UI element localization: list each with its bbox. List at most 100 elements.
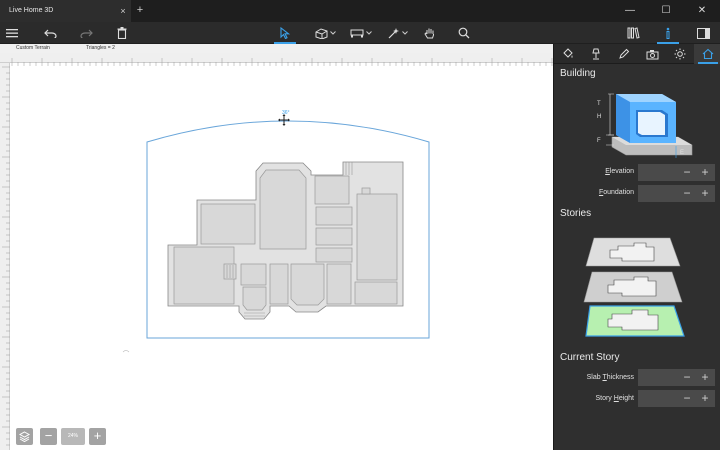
side-panel-icon	[696, 27, 710, 39]
app-window: Live Home 3D × + — ☐ ✕ Custom Terrain Tr…	[0, 0, 720, 450]
minimize-button[interactable]: —	[612, 0, 648, 22]
chevron-down-icon	[366, 31, 372, 35]
floor-plan: 36°	[122, 110, 430, 353]
stories-section-title: Stories	[560, 208, 592, 219]
menu-button[interactable]	[2, 22, 22, 44]
pan-tool-button[interactable]	[420, 22, 440, 44]
angle-handle[interactable]: 36°	[278, 110, 290, 126]
layers-icon	[18, 431, 31, 443]
document-tab[interactable]: Live Home 3D	[0, 0, 131, 22]
toggle-panel-button[interactable]	[693, 22, 713, 44]
lamp-icon	[592, 48, 600, 60]
room[interactable]	[315, 206, 353, 226]
undo-button[interactable]	[40, 22, 60, 44]
tab-object[interactable]	[582, 44, 610, 64]
main-toolbar	[0, 22, 720, 44]
maximize-button[interactable]: ☐	[648, 0, 684, 22]
pencil-icon	[619, 48, 630, 59]
dimension-label-h: H	[597, 114, 601, 120]
room[interactable]	[315, 227, 353, 246]
document-tab-title: Live Home 3D	[9, 7, 54, 14]
hand-icon	[424, 28, 434, 38]
room[interactable]	[361, 187, 371, 195]
elevation-label: Elevation	[605, 168, 634, 175]
room[interactable]	[290, 263, 325, 306]
elevation-increment[interactable]: +	[697, 164, 713, 181]
slab-thickness-decrement[interactable]: −	[679, 369, 695, 386]
chevron-down-icon	[401, 31, 408, 35]
search-icon	[458, 27, 470, 39]
tab-camera[interactable]	[638, 44, 666, 64]
room[interactable]	[259, 169, 307, 250]
room[interactable]	[200, 203, 256, 245]
foundation-label: Foundation	[598, 189, 634, 196]
redo-icon	[79, 29, 93, 38]
room[interactable]	[240, 263, 267, 286]
compass-marker	[122, 350, 130, 353]
tab-building[interactable]	[694, 44, 720, 64]
new-tab-button[interactable]: +	[133, 0, 147, 22]
building-section-title: Building	[560, 68, 596, 79]
building-illustration: T H F E	[597, 93, 693, 158]
library-books-icon	[627, 27, 640, 39]
room[interactable]	[354, 281, 398, 305]
title-bar: Live Home 3D × + — ☐ ✕	[0, 0, 720, 22]
camera-icon	[646, 49, 658, 59]
room[interactable]	[242, 286, 267, 311]
tab-light[interactable]	[666, 44, 694, 64]
room[interactable]	[314, 175, 350, 205]
elevation-field[interactable]: − +	[638, 164, 715, 181]
building-tools-dropdown[interactable]	[312, 22, 338, 44]
furniture-icon	[350, 29, 364, 38]
hamburger-icon	[6, 29, 18, 38]
select-tool-button[interactable]	[272, 22, 298, 44]
foundation-increment[interactable]: +	[697, 185, 713, 202]
story-height-field[interactable]: − +	[638, 390, 715, 407]
zoom-out-button[interactable]: −	[40, 428, 57, 445]
slab-thickness-increment[interactable]: +	[697, 369, 713, 386]
inspector-button[interactable]	[655, 22, 681, 44]
tab-materials[interactable]	[554, 44, 582, 64]
info-icon	[666, 27, 670, 39]
room[interactable]	[326, 263, 352, 305]
story-level-3[interactable]	[585, 237, 681, 267]
library-button[interactable]	[621, 22, 645, 44]
slab-thickness-label: Slab Thickness	[586, 374, 634, 381]
story-level-1-selected[interactable]	[585, 305, 685, 337]
tab-edit[interactable]	[610, 44, 638, 64]
undo-icon	[43, 29, 57, 38]
view-layers-button[interactable]	[16, 428, 33, 445]
furniture-tools-dropdown[interactable]	[348, 22, 374, 44]
angle-label: 36°	[282, 110, 290, 116]
sun-icon	[674, 48, 686, 60]
inspector-panel: Building T H F E Elevation − + Foundatio…	[553, 44, 720, 450]
foundation-field[interactable]: − +	[638, 185, 715, 202]
edit-tools-dropdown[interactable]	[384, 22, 410, 44]
redo-button[interactable]	[76, 22, 96, 44]
zoom-level[interactable]: 24%	[61, 428, 85, 445]
chevron-down-icon	[329, 31, 336, 35]
plan-canvas[interactable]: Custom Terrain Triangles = 2 36° − 24% +	[0, 44, 553, 450]
inspector-tabs	[554, 44, 720, 64]
dimension-label-t: T	[597, 101, 601, 107]
slab-thickness-field[interactable]: − +	[638, 369, 715, 386]
cursor-arrow-icon	[280, 27, 290, 39]
room[interactable]	[356, 193, 398, 281]
foundation-decrement[interactable]: −	[679, 185, 695, 202]
story-height-decrement[interactable]: −	[679, 390, 695, 407]
story-height-increment[interactable]: +	[697, 390, 713, 407]
close-window-button[interactable]: ✕	[684, 0, 720, 22]
dimension-label-f: F	[597, 138, 601, 144]
room[interactable]	[315, 247, 353, 263]
paint-bucket-icon	[563, 48, 573, 58]
zoom-in-button[interactable]: +	[89, 428, 106, 445]
trash-icon	[117, 27, 127, 39]
magic-edit-icon	[388, 28, 399, 39]
search-button[interactable]	[454, 22, 474, 44]
tab-close-button[interactable]: ×	[117, 0, 129, 22]
delete-button[interactable]	[112, 22, 132, 44]
current-story-section-title: Current Story	[560, 352, 620, 363]
elevation-decrement[interactable]: −	[679, 164, 695, 181]
story-level-2[interactable]	[583, 271, 683, 303]
room[interactable]	[269, 263, 289, 305]
